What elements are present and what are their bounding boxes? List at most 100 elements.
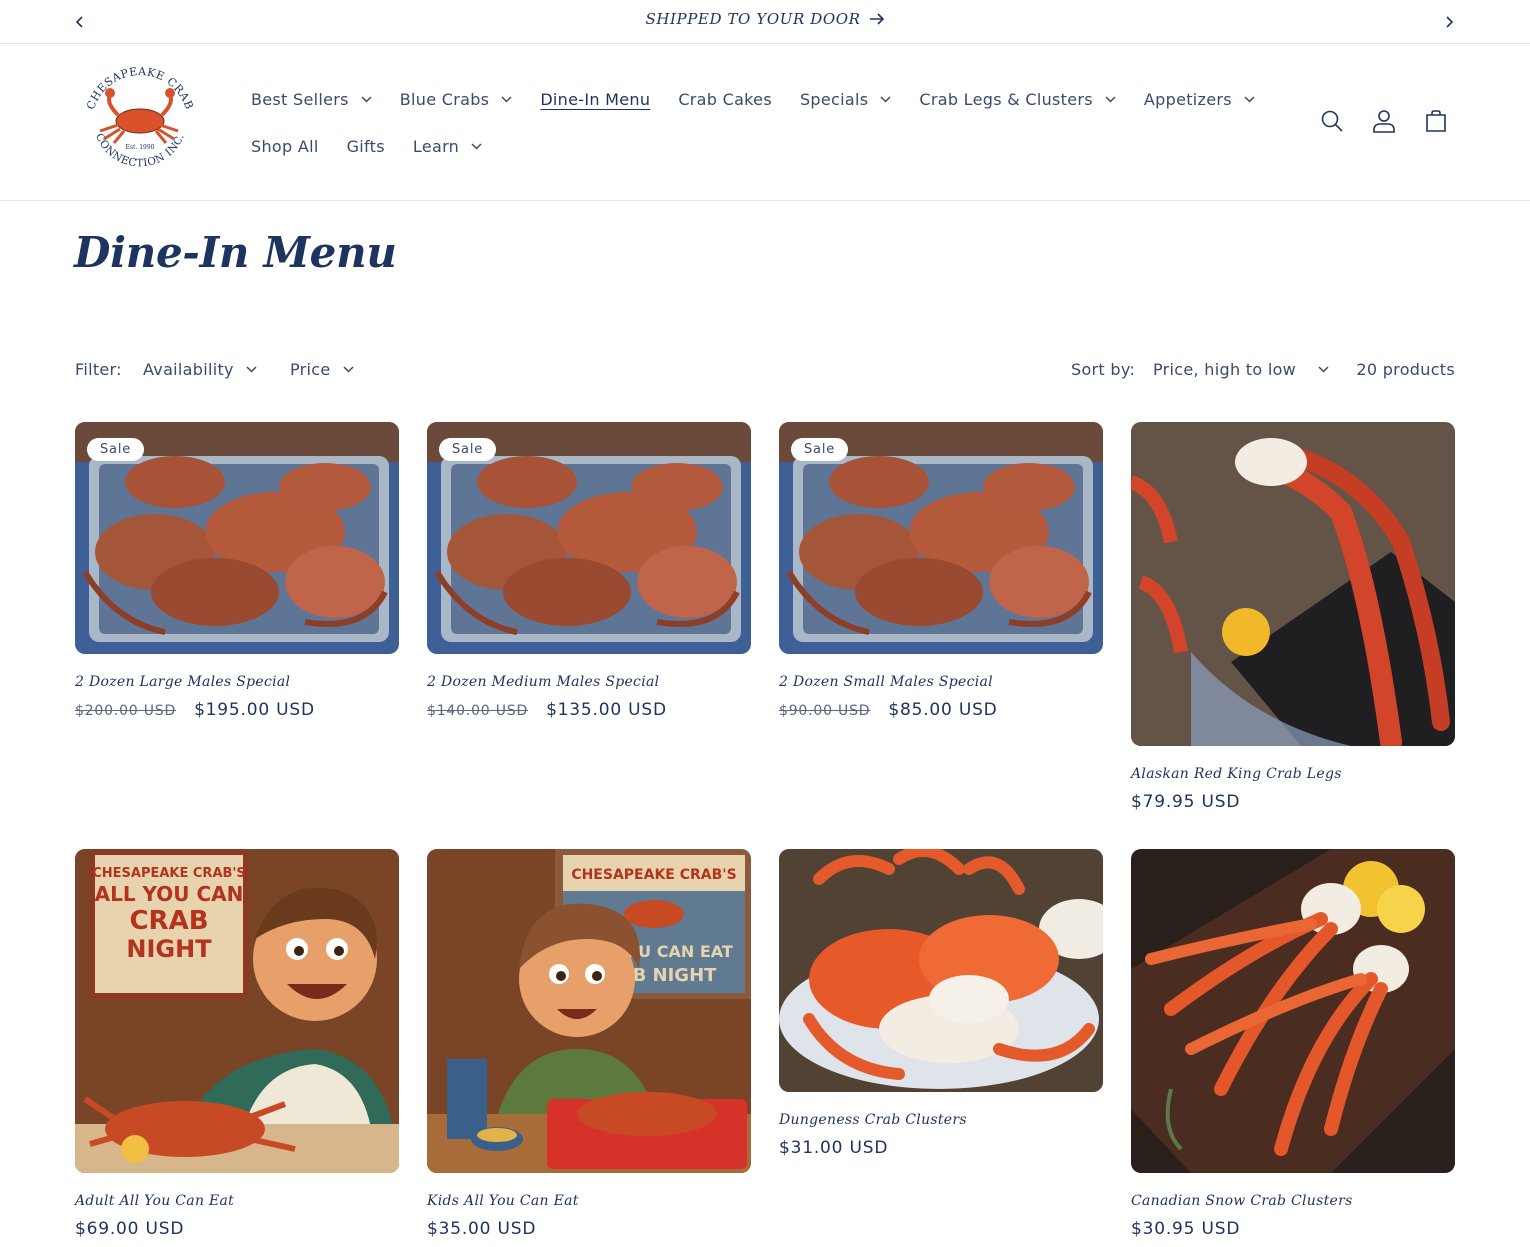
chevron-down-icon: [1318, 366, 1329, 373]
sign-text: NIGHT: [126, 935, 212, 963]
price-filter-label: Price: [290, 360, 331, 379]
svg-text:CHESAPEAKE CRAB: CHESAPEAKE CRAB: [84, 65, 196, 112]
original-price: $90.00 USD: [779, 703, 871, 719]
nav-shop-all[interactable]: Shop All: [251, 134, 319, 158]
nav-crab-cakes[interactable]: Crab Cakes: [678, 87, 772, 111]
nav-learn[interactable]: Learn: [413, 134, 482, 158]
nav-best-sellers[interactable]: Best Sellers: [251, 87, 372, 111]
product-name[interactable]: Alaskan Red King Crab Legs: [1131, 766, 1455, 782]
product-card[interactable]: Sale 2 Dozen Large Males Special $200.00…: [75, 422, 399, 720]
product-card[interactable]: Sale 2 Dozen Medium Males Special $140.0…: [427, 422, 751, 720]
product-price: $31.00 USD: [779, 1138, 1103, 1158]
regular-price: $35.00 USD: [427, 1219, 537, 1239]
nav-label: Gifts: [346, 136, 385, 156]
main-nav-row-1: Best Sellers Blue Crabs Dine-In Menu Cra…: [251, 87, 1283, 111]
sort-label: Sort by:: [1071, 360, 1136, 379]
nav-label: Best Sellers: [251, 89, 349, 109]
nav-specials[interactable]: Specials: [800, 87, 891, 111]
product-name[interactable]: 2 Dozen Large Males Special: [75, 674, 399, 690]
product-name[interactable]: Adult All You Can Eat: [75, 1193, 399, 1209]
cart-button[interactable]: [1422, 107, 1450, 135]
nav-label: Appetizers: [1143, 89, 1232, 109]
nav-crab-legs-clusters[interactable]: Crab Legs & Clusters: [919, 87, 1116, 111]
sale-badge: Sale: [439, 438, 497, 461]
site-logo[interactable]: CHESAPEAKE CRAB CONNECTION INC. Est. 199…: [78, 63, 202, 181]
header-icons: [1318, 107, 1450, 135]
product-image[interactable]: CHESAPEAKE CRAB'S ALL YOU CAN CRAB NIGHT: [75, 849, 399, 1173]
product-image[interactable]: [1131, 849, 1455, 1173]
account-button[interactable]: [1370, 107, 1398, 135]
product-card[interactable]: Dungeness Crab Clusters $31.00 USD: [779, 849, 1103, 1158]
product-card[interactable]: Canadian Snow Crab Clusters $30.95 USD: [1131, 849, 1455, 1239]
availability-filter-dropdown[interactable]: Availability: [143, 360, 257, 379]
nav-label: Dine-In Menu: [540, 89, 651, 109]
product-image[interactable]: [779, 849, 1103, 1092]
product-price: $79.95 USD: [1131, 792, 1455, 812]
product-price: $140.00 USD $135.00 USD: [427, 700, 751, 720]
filter-bar: Filter: Availability Price Sort by: Pric…: [75, 358, 1455, 382]
chevron-down-icon: [880, 95, 891, 103]
sale-price: $135.00 USD: [546, 700, 667, 720]
nav-label: Crab Legs & Clusters: [919, 89, 1093, 109]
regular-price: $79.95 USD: [1131, 792, 1241, 812]
site-header: CHESAPEAKE CRAB CONNECTION INC. Est. 199…: [0, 45, 1530, 201]
chevron-down-icon: [1105, 95, 1116, 103]
product-name[interactable]: Canadian Snow Crab Clusters: [1131, 1193, 1455, 1209]
nav-appetizers[interactable]: Appetizers: [1144, 87, 1255, 111]
product-name[interactable]: 2 Dozen Medium Males Special: [427, 674, 751, 690]
arrow-right-icon: [869, 13, 884, 25]
announcement-text: SHIPPED TO YOUR DOOR: [645, 10, 861, 28]
chevron-right-icon: [1446, 16, 1454, 28]
announcement-bar: SHIPPED TO YOUR DOOR: [0, 0, 1530, 44]
product-name[interactable]: Kids All You Can Eat: [427, 1193, 751, 1209]
product-card[interactable]: Alaskan Red King Crab Legs $79.95 USD: [1131, 422, 1455, 812]
regular-price: $69.00 USD: [75, 1219, 185, 1239]
sign-text: CHESAPEAKE CRAB'S: [92, 866, 246, 881]
logo-est-text: Est. 1990: [126, 144, 155, 151]
price-filter-dropdown[interactable]: Price: [290, 360, 354, 379]
product-name[interactable]: 2 Dozen Small Males Special: [779, 674, 1103, 690]
search-icon: [1321, 110, 1343, 132]
chevron-down-icon: [471, 142, 482, 150]
nav-gifts[interactable]: Gifts: [347, 134, 385, 158]
product-price: $35.00 USD: [427, 1219, 751, 1239]
original-price: $200.00 USD: [75, 703, 177, 719]
sale-badge: Sale: [87, 438, 145, 461]
nav-label: Specials: [799, 89, 869, 109]
announcement-next-button[interactable]: [1438, 11, 1460, 33]
sale-badge: Sale: [791, 438, 849, 461]
product-image[interactable]: Sale: [779, 422, 1103, 654]
sort-select[interactable]: Price, high to low: [1153, 360, 1329, 379]
sale-price: $195.00 USD: [194, 700, 315, 720]
original-price: $140.00 USD: [427, 703, 529, 719]
nav-dine-in-menu[interactable]: Dine-In Menu: [540, 87, 650, 111]
product-image[interactable]: [1131, 422, 1455, 746]
main-nav-row-2: Shop All Gifts Learn: [251, 134, 510, 158]
nav-label: Blue Crabs: [399, 89, 490, 109]
product-image[interactable]: Sale: [427, 422, 751, 654]
sort-value: Price, high to low: [1153, 360, 1297, 379]
product-price: $30.95 USD: [1131, 1219, 1455, 1239]
regular-price: $31.00 USD: [779, 1138, 889, 1158]
nav-label: Crab Cakes: [678, 89, 772, 109]
product-card[interactable]: CHESAPEAKE CRAB'S ALL YOU CAN CRAB NIGHT…: [75, 849, 399, 1239]
product-image[interactable]: CHESAPEAKE CRAB'S ALL YOU CAN EAT CRAB N…: [427, 849, 751, 1173]
chevron-down-icon: [361, 95, 372, 103]
product-card[interactable]: CHESAPEAKE CRAB'S ALL YOU CAN EAT CRAB N…: [427, 849, 751, 1239]
page-title: Dine-In Menu: [74, 228, 397, 277]
regular-price: $30.95 USD: [1131, 1219, 1241, 1239]
cart-icon: [1426, 110, 1446, 132]
crab-icon: [99, 88, 179, 144]
search-button[interactable]: [1318, 107, 1346, 135]
sale-price: $85.00 USD: [888, 700, 998, 720]
product-name[interactable]: Dungeness Crab Clusters: [779, 1112, 1103, 1128]
product-price: $200.00 USD $195.00 USD: [75, 700, 399, 720]
announcement-message: SHIPPED TO YOUR DOOR: [0, 10, 1530, 28]
nav-blue-crabs[interactable]: Blue Crabs: [400, 87, 513, 111]
product-image[interactable]: Sale: [75, 422, 399, 654]
filter-label: Filter:: [75, 360, 122, 379]
logo-top-text: CHESAPEAKE CRAB: [84, 65, 195, 112]
product-card[interactable]: Sale 2 Dozen Small Males Special $90.00 …: [779, 422, 1103, 720]
announcement-link[interactable]: SHIPPED TO YOUR DOOR: [645, 10, 884, 28]
product-price: $69.00 USD: [75, 1219, 399, 1239]
